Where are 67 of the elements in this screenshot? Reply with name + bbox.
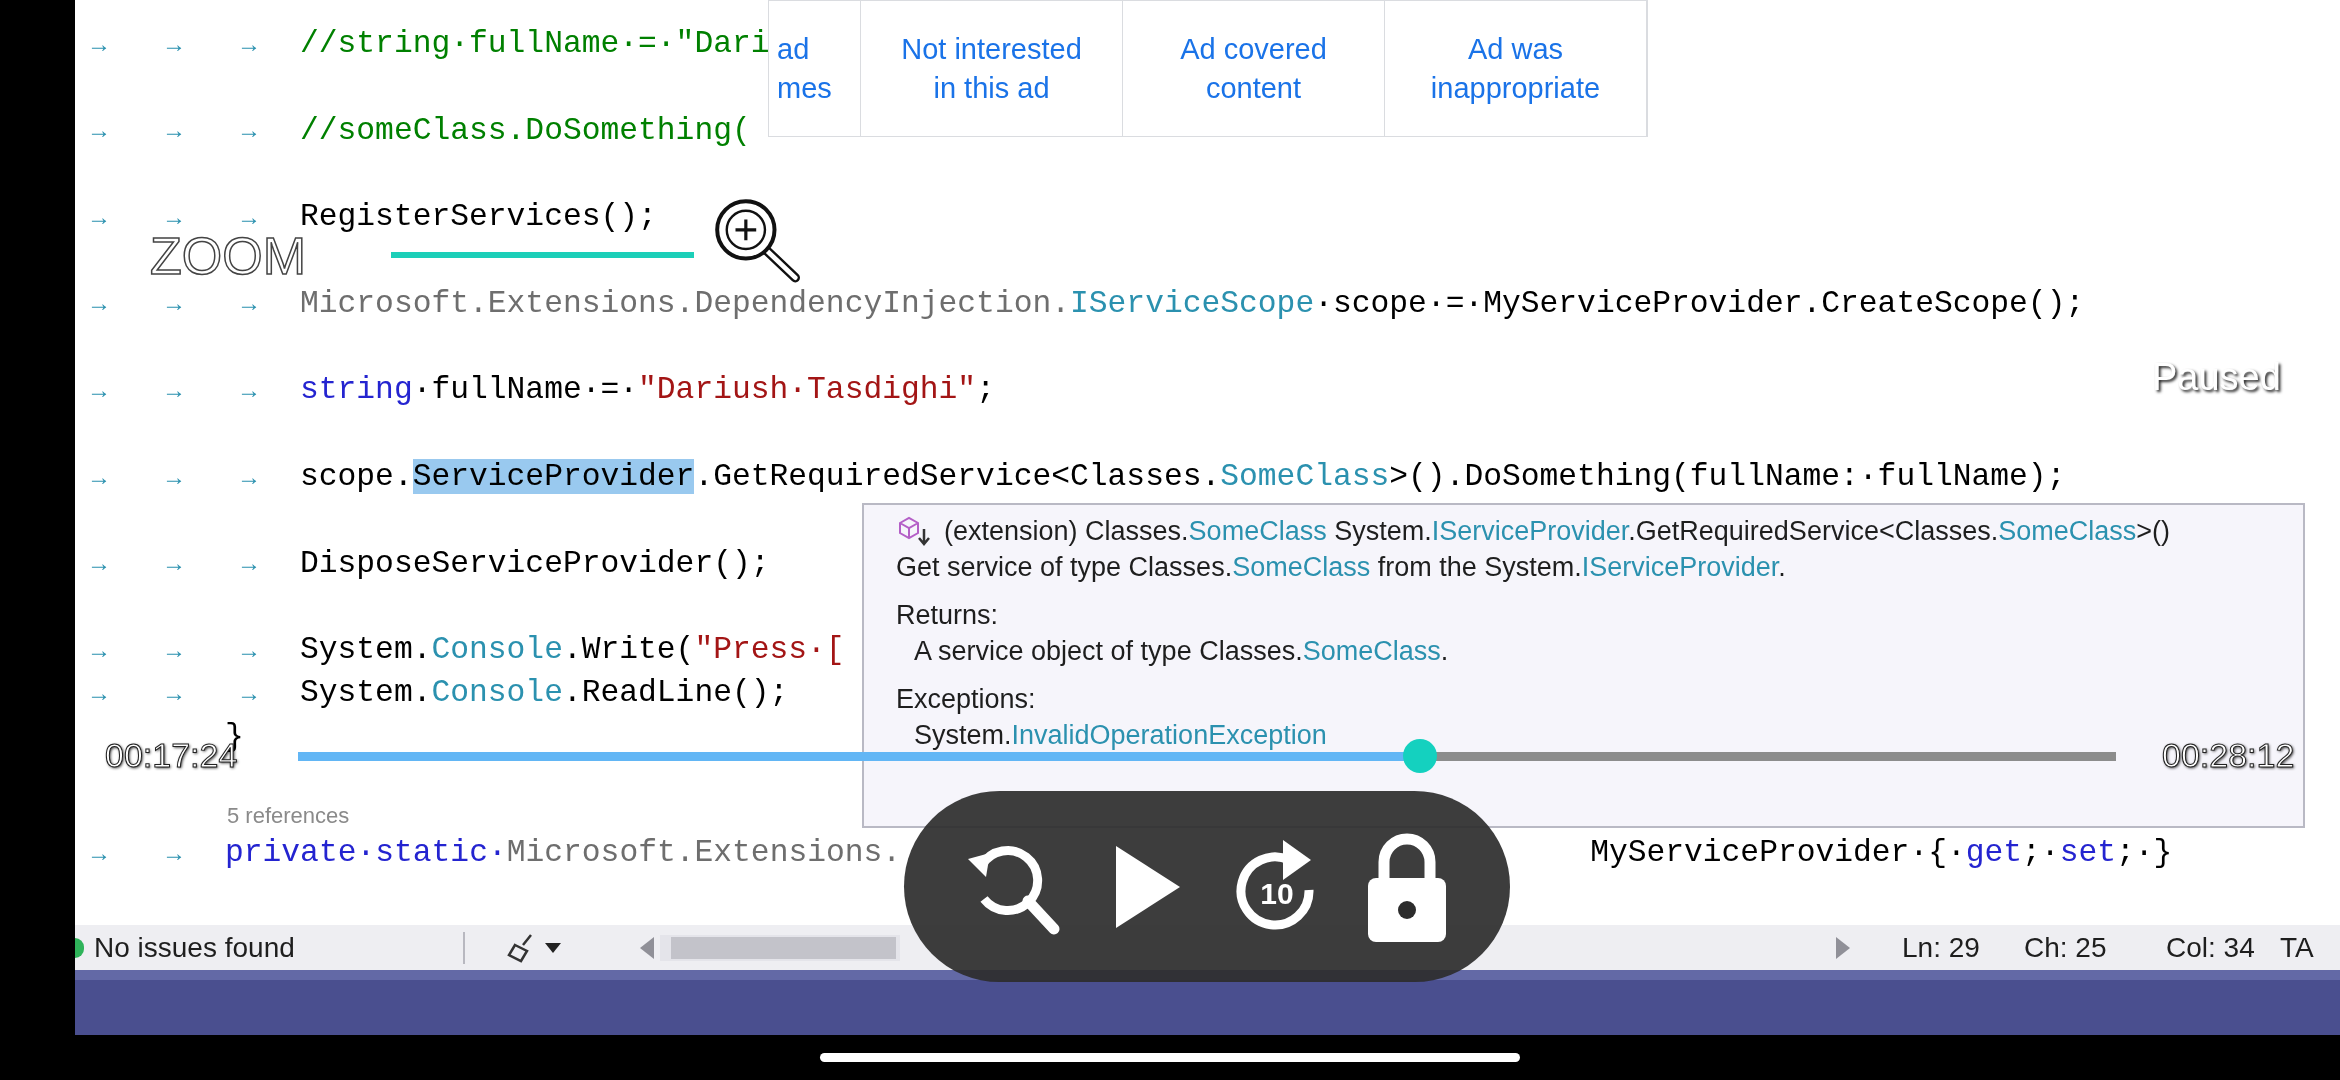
character-number: Ch: 25: [2024, 931, 2107, 963]
tab-marker: →: [87, 291, 111, 316]
code-lens-reference-count[interactable]: 5 references: [227, 805, 350, 828]
scrollbar-thumb[interactable]: [671, 936, 896, 959]
seek-handle[interactable]: [1402, 739, 1437, 773]
code-line: //someClass.DoSomething(: [300, 114, 751, 146]
tab-marker: →: [237, 464, 261, 489]
method-description: Get service of type Classes.SomeClass from the System.IServiceProvider.: [896, 552, 1786, 582]
method-signature: (extension) Classes.SomeClass System.IServiceProvider.GetRequiredService<Classes.SomeClass>(): [944, 515, 2170, 548]
duration-time: 00:28:12: [2162, 738, 2295, 772]
extension-method-icon: [896, 515, 932, 547]
tab-marker: →: [87, 637, 111, 662]
tab-marker: →: [237, 637, 261, 662]
ad-feedback-option[interactable]: Ad was inappropriate: [1385, 1, 1647, 136]
section-text: System.InvalidOperationException: [914, 720, 1327, 750]
tab-marker: →: [162, 681, 186, 706]
tab-marker: →: [162, 118, 186, 143]
tab-marker: →: [87, 378, 111, 402]
zoom-label: ZOOM: [150, 230, 306, 282]
tab-marker: →: [87, 118, 111, 143]
tab-marker: →: [87, 204, 111, 229]
tab-marker: →: [162, 291, 186, 316]
code-line: scope.ServiceProvider.GetRequiredService<Classes.SomeClass>().DoSomething(fullName:·fullName);: [300, 460, 2066, 493]
code-line: Microsoft.Extensions.DependencyInjection.IServiceScope·scope·=·MyServiceProvider.CreateScope();: [300, 287, 2085, 320]
tab-marker: →: [162, 551, 186, 576]
tab-marker: →: [162, 31, 186, 56]
zoom-in-icon[interactable]: [712, 198, 802, 284]
section-text: A service object of type Classes.SomeClass.: [914, 636, 1449, 666]
ad-feedback-option[interactable]: Ad covered content: [1123, 1, 1385, 136]
ad-feedback-option[interactable]: Not interested in this ad: [861, 1, 1123, 136]
section-heading: Returns:: [896, 600, 999, 630]
paused-label: Paused: [2152, 358, 2281, 396]
tab-marker: →: [162, 378, 186, 402]
section-heading: Exceptions:: [896, 684, 1036, 714]
forward-ten-button[interactable]: 10: [1227, 831, 1327, 942]
tab-marker: →: [162, 464, 186, 489]
tab-marker: →: [237, 291, 261, 316]
code-line: System.Console.Write("Press·[: [300, 634, 845, 666]
tab-marker: →: [87, 464, 111, 489]
tab-marker: →: [162, 841, 186, 865]
caret-down-icon[interactable]: [545, 942, 561, 953]
tab-marker: →: [237, 378, 261, 402]
column-number: Col: 34: [2166, 931, 2255, 963]
scroll-right-icon[interactable]: [1836, 936, 1850, 959]
tab-marker: →: [87, 841, 111, 865]
scroll-left-icon[interactable]: [640, 936, 654, 959]
tab-marker: →: [237, 551, 261, 576]
tab-marker: →: [162, 204, 186, 229]
indent-mode: TA: [2280, 930, 2314, 965]
code-line: string·fullName·=·"Dariush·Tasdighi";: [300, 374, 995, 406]
tab-marker: →: [237, 31, 261, 56]
tab-marker: →: [87, 31, 111, 56]
code-line: System.Console.ReadLine();: [300, 677, 789, 709]
tab-marker: →: [87, 551, 111, 576]
code-line: RegisterServices();: [300, 201, 657, 233]
tab-marker: →: [162, 637, 186, 662]
tab-marker: →: [237, 204, 261, 229]
tab-marker: →: [87, 681, 111, 706]
code-line: //string·fullName·=·"Dari: [300, 28, 770, 60]
code-line: private·static·Microsoft.Extensions.: [225, 837, 902, 869]
code-line: MyServiceProvider·{·get;·set;·}: [1590, 837, 2173, 869]
ad-feedback-option[interactable]: ad mes: [769, 1, 861, 136]
code-line: DisposeServiceProvider();: [300, 547, 770, 579]
line-number: Ln: 29: [1902, 931, 1980, 963]
issues-status[interactable]: No issues found: [94, 931, 295, 963]
tab-marker: →: [237, 681, 261, 706]
tab-marker: →: [237, 118, 261, 143]
